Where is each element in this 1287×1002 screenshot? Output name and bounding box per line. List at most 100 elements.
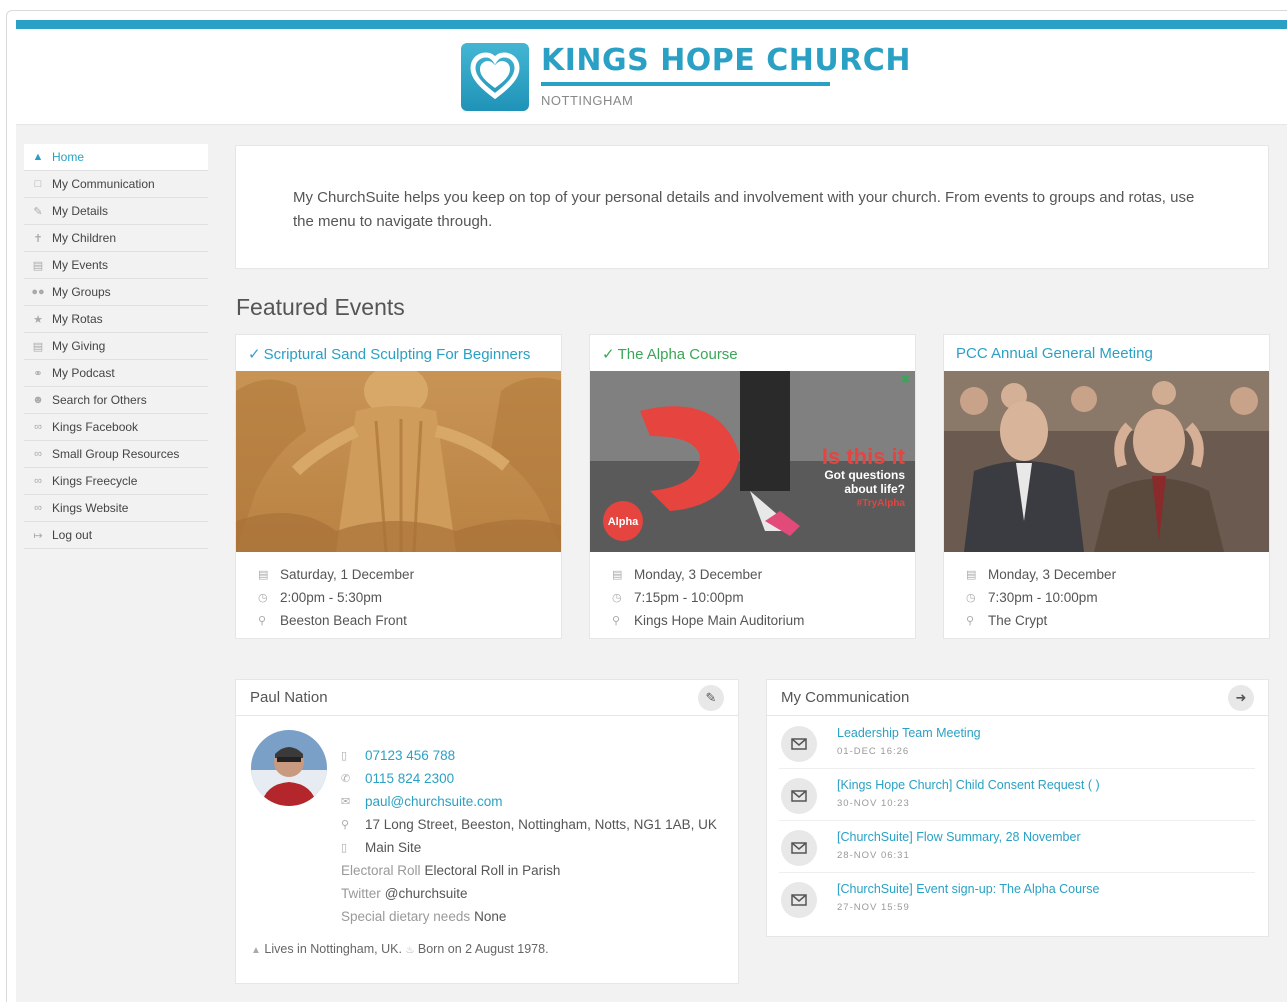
card-icon: ▤ <box>32 340 44 353</box>
calendar-icon: ▤ <box>32 259 44 272</box>
event-time: 2:00pm - 5:30pm <box>280 590 383 605</box>
sidebar-item-kings-facebook[interactable]: ∞ Kings Facebook <box>24 414 208 441</box>
event-date: Monday, 3 December <box>634 567 763 582</box>
event-time: 7:15pm - 10:00pm <box>634 590 744 605</box>
clock-icon: ◷ <box>612 592 622 604</box>
message-title[interactable]: [Kings Hope Church] Child Consent Reques… <box>837 778 1100 792</box>
sidebar-item-kings-website[interactable]: ∞ Kings Website <box>24 495 208 522</box>
map-pin-icon: ⚲ <box>966 615 975 627</box>
event-time: 7:30pm - 10:00pm <box>988 590 1098 605</box>
sidebar-item-label: Log out <box>52 528 93 542</box>
mobile-icon: ▯ <box>341 750 348 762</box>
event-date: Saturday, 1 December <box>280 567 415 582</box>
event-image-sand-sculpture[interactable] <box>236 371 561 552</box>
contact-details: ▯ 07123 456 788 ✆ 0115 824 2300 ✉ paul@chur… <box>341 744 717 928</box>
alpha-headline-text: Is this it <box>822 444 906 469</box>
sidebar-item-label: Home <box>52 150 85 164</box>
communication-title: My Communication <box>781 689 910 706</box>
event-meta: ▤ Monday, 3 December ◷ 7:15pm - 10:00pm ⚲ K… <box>612 563 804 632</box>
sidebar-item-kings-freecycle[interactable]: ∞ Kings Freecycle <box>24 468 208 495</box>
check-circle-icon: ✓ <box>248 346 261 363</box>
sidebar-item-my-events[interactable]: ▤ My Events <box>24 252 208 279</box>
avatar[interactable] <box>251 730 327 806</box>
child-icon: ✝ <box>33 232 43 245</box>
message-date: 30-NOV 10:23 <box>837 798 910 809</box>
phone-icon: ✆ <box>341 773 351 785</box>
svg-text:✖: ✖ <box>901 374 910 386</box>
event-date: Monday, 3 December <box>988 567 1117 582</box>
list-item[interactable]: [ChurchSuite] Flow Summary, 28 November … <box>779 821 1255 873</box>
headphones-icon: ⚭ <box>33 367 43 380</box>
event-location: Beeston Beach Front <box>280 613 407 628</box>
list-item[interactable]: [ChurchSuite] Event sign-up: The Alpha C… <box>779 873 1255 925</box>
event-card[interactable]: PCC Annual General Meeting ▤ Monday, 3 De… <box>943 334 1270 639</box>
list-item[interactable]: [Kings Hope Church] Child Consent Reques… <box>779 769 1255 821</box>
check-circle-icon: ✓ <box>602 346 615 363</box>
communication-panel: My Communication ➜ Leadership Team Meeti… <box>766 679 1269 937</box>
chat-icon: □ <box>34 178 42 190</box>
event-image-alpha[interactable]: Alpha Is this it Got questions about lif… <box>590 371 915 552</box>
calendar-icon: ▤ <box>258 569 269 581</box>
sidebar-item-my-rotas[interactable]: ★ My Rotas <box>24 306 208 333</box>
message-title[interactable]: [ChurchSuite] Event sign-up: The Alpha C… <box>837 882 1099 896</box>
brand-underline <box>541 82 830 86</box>
mobile-link[interactable]: 07123 456 788 <box>365 748 455 763</box>
map-pin-icon: ⚲ <box>258 615 267 627</box>
sidebar-item-label: My Rotas <box>52 312 103 326</box>
event-meta: ▤ Saturday, 1 December ◷ 2:00pm - 5:30pm ⚲… <box>258 563 414 632</box>
field-label: Twitter <box>341 886 381 901</box>
message-date: 28-NOV 06:31 <box>837 850 910 861</box>
event-image-meeting-crowd[interactable] <box>944 371 1269 552</box>
brand-location: NOTTINGHAM <box>541 93 634 108</box>
sidebar-item-my-groups[interactable]: ●● My Groups <box>24 279 208 306</box>
event-title[interactable]: PCC Annual General Meeting <box>956 345 1153 362</box>
view-all-communication-button[interactable]: ➜ <box>1228 685 1254 711</box>
star-icon: ★ <box>33 313 43 326</box>
sidebar-item-home[interactable]: ▲ Home <box>24 144 208 171</box>
sidebar-item-label: Small Group Resources <box>52 447 180 461</box>
heart-logo-icon[interactable] <box>461 43 529 111</box>
logout-icon: ↦ <box>33 529 43 542</box>
group-icon: ●● <box>31 286 45 298</box>
edit-profile-button[interactable]: ✎ <box>698 685 724 711</box>
email-link[interactable]: paul@churchsuite.com <box>365 794 503 809</box>
field-value: Electoral Roll in Parish <box>424 863 561 878</box>
phone-link[interactable]: 0115 824 2300 <box>365 771 454 786</box>
event-title[interactable]: ✓ Scriptural Sand Sculpting For Beginners <box>248 345 530 363</box>
sidebar-item-label: My Communication <box>52 177 155 191</box>
message-title[interactable]: [ChurchSuite] Flow Summary, 28 November <box>837 830 1081 844</box>
list-item[interactable]: Leadership Team Meeting 01-DEC 16:26 <box>779 717 1255 769</box>
sidebar-nav: ▲ Home □ My Communication ✎ My Details ✝ My … <box>24 144 208 549</box>
link-icon: ∞ <box>34 475 42 487</box>
sidebar-item-my-children[interactable]: ✝ My Children <box>24 225 208 252</box>
sidebar-item-my-details[interactable]: ✎ My Details <box>24 198 208 225</box>
message-title[interactable]: Leadership Team Meeting <box>837 726 981 740</box>
alpha-line2-text: about life? <box>844 482 905 496</box>
envelope-icon <box>781 830 817 866</box>
clock-icon: ◷ <box>966 592 976 604</box>
address-text: 17 Long Street, Beeston, Nottingham, Not… <box>365 817 717 832</box>
event-card[interactable]: ✓ The Alpha Course Alpha Is this it Got q… <box>589 334 916 639</box>
sidebar-item-label: My Groups <box>52 285 111 299</box>
sidebar-item-my-giving[interactable]: ▤ My Giving <box>24 333 208 360</box>
sidebar-item-search-for-others[interactable]: ☻ Search for Others <box>24 387 208 414</box>
brand-name[interactable]: KINGS HOPE CHURCH <box>541 43 911 78</box>
envelope-icon <box>781 882 817 918</box>
sidebar-item-small-group-resources[interactable]: ∞ Small Group Resources <box>24 441 208 468</box>
featured-events-heading: Featured Events <box>236 294 405 320</box>
sidebar-item-my-podcast[interactable]: ⚭ My Podcast <box>24 360 208 387</box>
event-card[interactable]: ✓ Scriptural Sand Sculpting For Beginners… <box>235 334 562 639</box>
event-location: The Crypt <box>988 613 1048 628</box>
communication-header: My Communication ➜ <box>767 680 1268 716</box>
sidebar-item-label: Kings Facebook <box>52 420 139 434</box>
sidebar-item-label: My Podcast <box>52 366 115 380</box>
sidebar-item-label: My Giving <box>52 339 106 353</box>
event-title[interactable]: ✓ The Alpha Course <box>602 345 738 363</box>
sidebar-item-log-out[interactable]: ↦ Log out <box>24 522 208 549</box>
sidebar-item-my-communication[interactable]: □ My Communication <box>24 171 208 198</box>
sidebar-item-label: Kings Freecycle <box>52 474 138 488</box>
alpha-line1-text: Got questions <box>824 468 905 482</box>
sidebar-item-label: My Details <box>52 204 109 218</box>
alpha-tag-text: #TryAlpha <box>857 498 906 509</box>
sidebar-item-label: My Children <box>52 231 117 245</box>
